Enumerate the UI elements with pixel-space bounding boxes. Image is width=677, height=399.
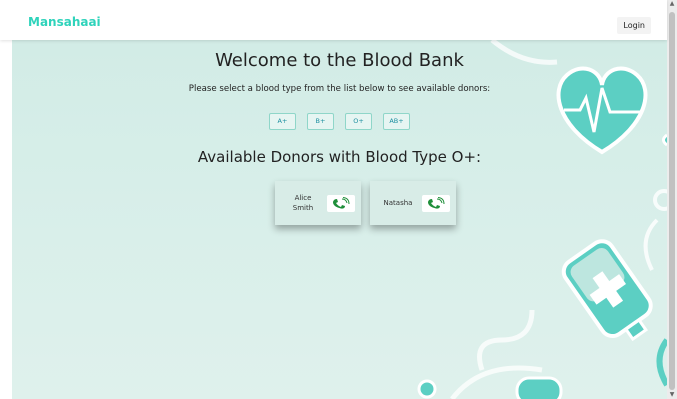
donor-card: Alice Smith (275, 181, 361, 225)
main-content: Welcome to the Blood Bank Please select … (12, 40, 667, 399)
blood-type-b-plus-button[interactable]: B+ (307, 113, 334, 130)
blood-type-o-plus-button[interactable]: O+ (345, 113, 372, 130)
call-donor-button[interactable] (327, 194, 355, 212)
scroll-down-arrow-icon[interactable]: ▼ (667, 391, 677, 399)
blood-type-a-plus-button[interactable]: A+ (269, 113, 296, 130)
donor-name: Natasha (383, 199, 413, 207)
brand-logo[interactable]: Mansahaai (28, 15, 101, 29)
donor-name: Alice Smith (292, 194, 314, 212)
call-donor-button[interactable] (422, 194, 450, 212)
scroll-up-arrow-icon[interactable]: ▲ (667, 0, 677, 8)
page-subtitle: Please select a blood type from the list… (188, 84, 491, 94)
blood-type-selector: A+ B+ O+ AB+ (12, 113, 667, 130)
donor-list: Alice Smith Natasha (275, 181, 456, 225)
heart-icon (556, 66, 648, 155)
top-navbar: Mansahaai Login (0, 0, 667, 40)
blood-type-ab-plus-button[interactable]: AB+ (383, 113, 410, 130)
scrollbar-thumb[interactable] (669, 12, 675, 390)
page-title: Welcome to the Blood Bank (215, 50, 464, 71)
donors-heading: Available Donors with Blood Type O+: (197, 148, 482, 166)
login-button[interactable]: Login (617, 17, 651, 34)
donor-card: Natasha (370, 181, 456, 225)
phone-call-icon (333, 197, 350, 209)
page-scrollbar[interactable]: ▲ ▼ (667, 0, 677, 399)
phone-call-icon (428, 197, 445, 209)
